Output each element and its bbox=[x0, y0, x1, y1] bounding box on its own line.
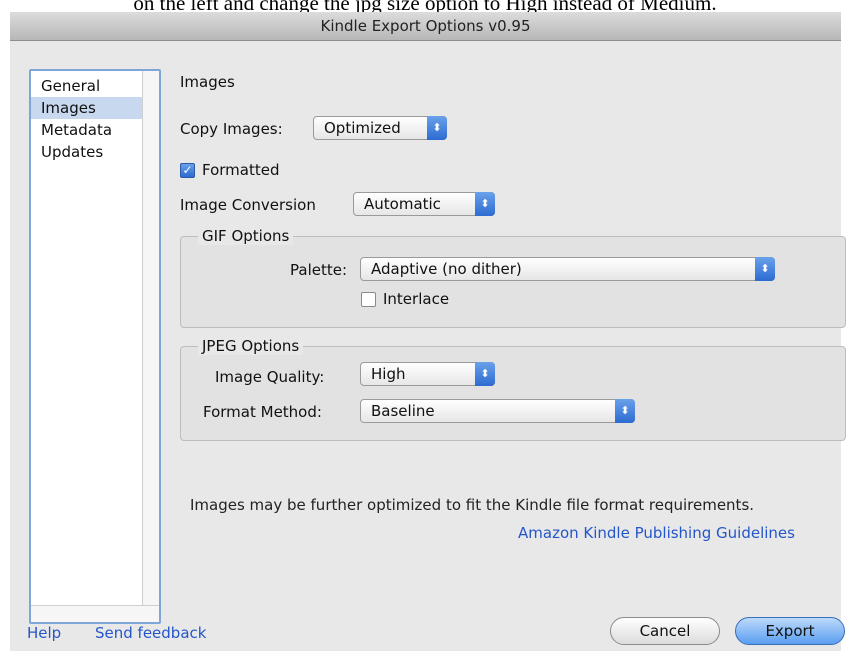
sidebar-horizontal-scrollbar[interactable] bbox=[31, 605, 159, 622]
sidebar-item-metadata[interactable]: Metadata bbox=[31, 119, 153, 141]
window-title: Kindle Export Options v0.95 bbox=[320, 17, 531, 35]
select-arrows-icon: ⬍ bbox=[427, 116, 447, 140]
image-quality-select[interactable]: High ⬍ bbox=[360, 362, 495, 386]
gif-options-group bbox=[180, 236, 846, 328]
dialog-window: General Images Metadata Updates Images C… bbox=[10, 41, 846, 651]
sidebar-item-images[interactable]: Images bbox=[31, 97, 153, 119]
format-method-select[interactable]: Baseline ⬍ bbox=[360, 399, 635, 423]
formatted-checkbox[interactable]: ✓ bbox=[180, 163, 195, 178]
interlace-label: Interlace bbox=[383, 290, 450, 308]
export-button[interactable]: Export bbox=[735, 617, 845, 645]
select-arrows-icon: ⬍ bbox=[475, 362, 495, 386]
send-feedback-link[interactable]: Send feedback bbox=[95, 624, 206, 642]
sidebar-item-updates[interactable]: Updates bbox=[31, 141, 153, 163]
section-title: Images bbox=[180, 73, 235, 91]
cancel-button[interactable]: Cancel bbox=[610, 617, 720, 645]
optimization-note: Images may be further optimized to fit t… bbox=[190, 496, 755, 514]
copy-images-label: Copy Images: bbox=[180, 120, 283, 138]
gif-options-title: GIF Options bbox=[198, 227, 294, 245]
copy-images-select[interactable]: Optimized ⬍ bbox=[313, 116, 447, 140]
palette-label: Palette: bbox=[290, 261, 348, 279]
select-arrows-icon: ⬍ bbox=[755, 257, 775, 281]
sidebar: General Images Metadata Updates bbox=[29, 69, 161, 624]
jpeg-options-group bbox=[180, 346, 846, 441]
select-arrows-icon: ⬍ bbox=[615, 399, 635, 423]
formatted-label: Formatted bbox=[202, 161, 280, 179]
select-arrows-icon: ⬍ bbox=[475, 192, 495, 216]
copy-images-value: Optimized bbox=[324, 119, 401, 137]
publishing-guidelines-link[interactable]: Amazon Kindle Publishing Guidelines bbox=[518, 524, 795, 542]
format-method-value: Baseline bbox=[371, 402, 435, 420]
image-conversion-value: Automatic bbox=[364, 195, 441, 213]
sidebar-item-general[interactable]: General bbox=[31, 75, 153, 97]
help-link[interactable]: Help bbox=[27, 624, 61, 642]
interlace-checkbox[interactable] bbox=[361, 292, 376, 307]
image-conversion-label: Image Conversion bbox=[180, 196, 316, 214]
palette-select[interactable]: Adaptive (no dither) ⬍ bbox=[360, 257, 775, 281]
format-method-label: Format Method: bbox=[203, 403, 322, 421]
palette-value: Adaptive (no dither) bbox=[371, 260, 522, 278]
jpeg-options-title: JPEG Options bbox=[198, 337, 304, 355]
image-quality-label: Image Quality: bbox=[215, 368, 325, 386]
window-titlebar: Kindle Export Options v0.95 bbox=[10, 12, 841, 41]
sidebar-vertical-scrollbar[interactable] bbox=[142, 71, 159, 622]
image-conversion-select[interactable]: Automatic ⬍ bbox=[353, 192, 495, 216]
image-quality-value: High bbox=[371, 365, 406, 383]
